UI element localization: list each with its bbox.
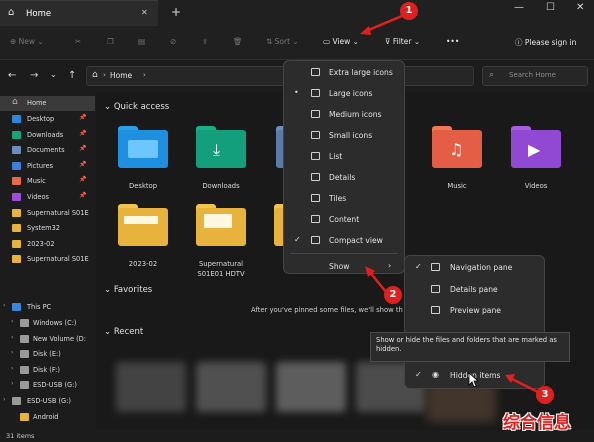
item-count: 31 items (6, 432, 35, 440)
watermark: 综合信息 (503, 413, 571, 433)
step-badge-2: 2 (384, 286, 402, 304)
annotation-arrows (360, 14, 541, 395)
mouse-cursor-icon (468, 372, 478, 388)
step-badge-3: 3 (536, 386, 554, 404)
step-badge-1: 1 (400, 2, 418, 20)
